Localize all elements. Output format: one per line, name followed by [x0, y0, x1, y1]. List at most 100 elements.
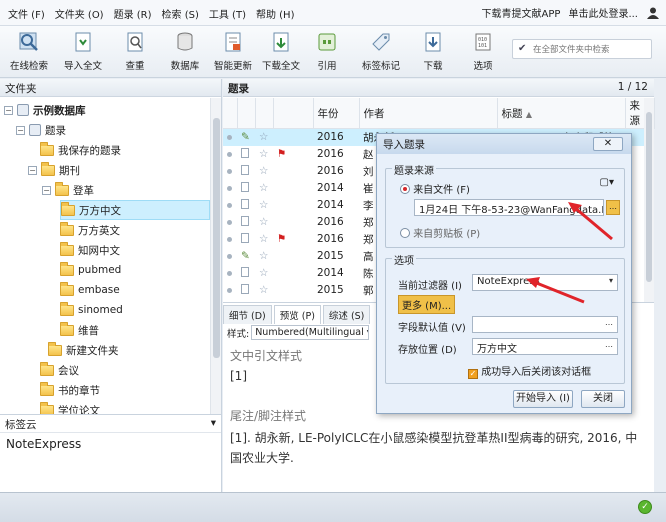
tag-mark-button[interactable]: 标签标记 [358, 30, 404, 74]
search-input[interactable] [531, 42, 649, 57]
options-button[interactable]: 010 101 选项 [460, 30, 506, 74]
flag-cell[interactable] [273, 128, 313, 146]
login-link[interactable]: 单击此处登录... [568, 5, 638, 20]
cite-button[interactable]: 引用 [304, 30, 350, 74]
user-icon[interactable] [646, 6, 660, 20]
star-icon[interactable]: ☆ [259, 131, 268, 143]
collapse-icon[interactable]: − [28, 165, 37, 175]
tree-item-conference[interactable]: 会议 [40, 360, 79, 380]
star-icon[interactable]: ☆ [259, 199, 268, 211]
menu-help[interactable]: 帮助 (H) [256, 6, 295, 21]
scroll-thumb[interactable] [213, 118, 220, 358]
flag-cell[interactable] [273, 248, 313, 265]
collapse-icon[interactable]: − [4, 105, 13, 115]
tab-preview[interactable]: 预览 (P) [273, 305, 321, 324]
tree-item-dengue[interactable]: − 登革 [42, 180, 94, 200]
tree-item-book-chapter[interactable]: 书的章节 [40, 380, 100, 400]
star-cell[interactable]: ☆ [255, 248, 273, 265]
star-cell[interactable]: ☆ [255, 197, 273, 214]
download-button[interactable]: 下载 [410, 30, 456, 74]
start-import-button[interactable]: 开始导入 (I) [513, 390, 573, 408]
search-box[interactable]: ✔ [512, 39, 652, 59]
star-icon[interactable]: ☆ [259, 165, 268, 177]
col-author[interactable]: 作者 [359, 98, 498, 129]
col-title[interactable]: 标题 ▲ [497, 98, 626, 129]
flag-cell[interactable] [273, 214, 313, 231]
star-icon[interactable]: ☆ [259, 216, 268, 228]
online-search-button[interactable]: 在线检索 [6, 30, 52, 74]
flag-icon[interactable]: ⚑ [277, 148, 286, 160]
tree-item-cnki[interactable]: 知网中文 [60, 240, 120, 260]
checkbox-checked-icon[interactable]: ✓ [468, 369, 478, 379]
dialog-close-button[interactable]: ✕ [593, 137, 623, 151]
chevron-down-icon[interactable]: ✔ [518, 43, 526, 54]
dedupe-button[interactable]: 查重 [112, 30, 158, 74]
menu-tools[interactable]: 工具 (T) [209, 6, 246, 21]
folder-scrollbar[interactable] [210, 98, 221, 414]
flag-cell[interactable] [273, 180, 313, 197]
radio-selected-icon[interactable] [400, 184, 410, 194]
references-scrollbar[interactable] [644, 98, 654, 302]
star-cell[interactable]: ☆ [255, 265, 273, 282]
flag-cell[interactable] [273, 282, 313, 299]
ellipsis-icon[interactable]: … [605, 340, 613, 349]
tab-details[interactable]: 细节 (D) [223, 305, 272, 324]
download-fulltext-button[interactable]: 下载全文 [258, 30, 304, 74]
dropdown-arrow-icon[interactable]: ▾ [211, 417, 216, 430]
star-cell[interactable]: ☆ [255, 214, 273, 231]
radio-unselected-icon[interactable] [400, 228, 410, 238]
star-cell[interactable]: ☆ [255, 282, 273, 299]
ellipsis-icon[interactable]: … [605, 318, 613, 327]
dialog-close-action-button[interactable]: 关闭 [581, 390, 625, 408]
tree-item-references[interactable]: − 题录 [16, 120, 66, 140]
col-year[interactable]: 年份 [313, 98, 360, 129]
scroll-thumb[interactable] [646, 112, 652, 282]
star-icon[interactable]: ☆ [259, 233, 268, 245]
style-select[interactable]: Numbered(Multilingual ▾ [251, 325, 370, 340]
menu-file[interactable]: 文件 (F) [8, 6, 45, 21]
collapse-icon[interactable]: − [42, 185, 51, 195]
tree-item-embase[interactable]: embase [60, 280, 120, 300]
tree-item-pubmed[interactable]: pubmed [60, 260, 121, 280]
menu-folder[interactable]: 文件夹 (O) [55, 6, 104, 21]
tag-item[interactable]: NoteExpress [0, 433, 221, 455]
star-cell[interactable]: ☆ [255, 128, 273, 146]
default-field-input[interactable]: … [472, 316, 618, 333]
flag-icon[interactable]: ⚑ [277, 233, 286, 245]
flag-cell[interactable] [273, 197, 313, 214]
star-cell[interactable]: ☆ [255, 146, 273, 163]
tree-item-sample-db[interactable]: − 示例数据库 [4, 100, 86, 120]
star-cell[interactable]: ☆ [255, 163, 273, 180]
star-icon[interactable]: ☆ [259, 182, 268, 194]
from-clipboard-radio[interactable]: 来自剪贴板 (P) [400, 225, 480, 240]
star-icon[interactable]: ☆ [259, 250, 268, 262]
tree-item-saved[interactable]: 我保存的题录 [40, 140, 121, 160]
star-cell[interactable]: ☆ [255, 231, 273, 248]
star-icon[interactable]: ☆ [259, 148, 268, 160]
tree-item-sinomed[interactable]: sinomed [60, 300, 123, 320]
star-cell[interactable]: ☆ [255, 180, 273, 197]
tree-item-thesis[interactable]: 学位论文 [40, 400, 100, 414]
import-fulltext-button[interactable]: 导入全文 [60, 30, 106, 74]
tab-summary[interactable]: 综述 (S) [322, 305, 371, 324]
tree-item-wanfang-en[interactable]: 万方英文 [60, 220, 120, 240]
flag-cell[interactable]: ⚑ [273, 231, 313, 248]
file-type-dropdown[interactable]: ▢▾ [600, 177, 614, 188]
menu-reference[interactable]: 题录 (R) [114, 6, 152, 21]
star-icon[interactable]: ☆ [259, 267, 268, 279]
database-button[interactable]: 数据库 [162, 30, 208, 74]
star-icon[interactable]: ☆ [259, 284, 268, 296]
from-file-radio[interactable]: 来自文件 (F) [400, 181, 470, 196]
close-after-import-checkbox[interactable]: ✓ 成功导入后关闭该对话框 [468, 363, 591, 379]
flag-cell[interactable]: ⚑ [273, 146, 313, 163]
tree-item-new-folder[interactable]: 新建文件夹 [48, 340, 119, 360]
menu-search[interactable]: 检索 (S) [162, 6, 199, 21]
flag-cell[interactable] [273, 163, 313, 180]
flag-cell[interactable] [273, 265, 313, 282]
save-location-field[interactable]: 万方中文… [472, 338, 618, 355]
tree-item-wanfang-cn[interactable]: 万方中文 [60, 200, 210, 220]
tree-item-vip[interactable]: 维普 [60, 320, 99, 340]
tree-item-journals[interactable]: − 期刊 [28, 160, 80, 180]
smart-update-button[interactable]: 智能更新 [210, 30, 256, 74]
download-app-link[interactable]: 下载青提文献APP [482, 5, 561, 20]
